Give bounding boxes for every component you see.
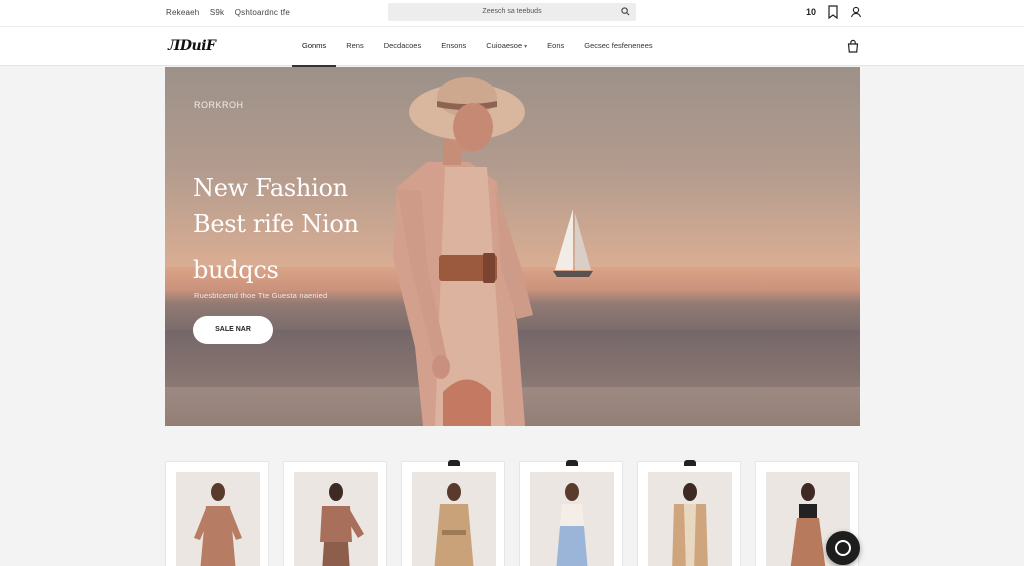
- nav-label: Ensons: [441, 41, 467, 50]
- main-navbar: ЛDuiF Gonms Rens Decdacoes Ensons Cuioae…: [0, 26, 1024, 67]
- nav-item-6[interactable]: Eons: [537, 27, 574, 66]
- nav-label: Rens: [346, 41, 364, 50]
- chevron-down-icon: ▾: [524, 44, 528, 50]
- shopping-bag-icon[interactable]: [846, 39, 860, 53]
- nav-label: Cuioaesoe: [486, 41, 523, 50]
- product-hanger: [684, 460, 696, 466]
- hero-headline: New Fashion Best rife Nion budqcs: [193, 170, 359, 288]
- search-input[interactable]: Zeesch sa teebuds: [388, 3, 636, 21]
- shop-now-button[interactable]: SALE NAR: [193, 316, 273, 344]
- hero-eyebrow: RORKROH: [194, 100, 244, 110]
- sailboat-graphic: [553, 209, 593, 277]
- promo-text: Rekeaeh S9k Qshtoardnc tfe: [166, 8, 290, 17]
- product-hanger: [566, 460, 578, 466]
- nav-item-7[interactable]: Gecsec fesfenenees: [574, 27, 662, 66]
- product-card[interactable]: [637, 460, 741, 566]
- product-card[interactable]: [519, 460, 623, 566]
- promo-item[interactable]: Qshtoardnc tfe: [235, 8, 290, 17]
- product-image[interactable]: [648, 472, 732, 566]
- nav-item-5[interactable]: Cuioaesoe ▾: [476, 27, 537, 66]
- hero-headline-line: New Fashion: [193, 174, 348, 202]
- hero-subtitle: Ruesbtcemd thoe Tte Guesta naenied: [194, 291, 328, 300]
- promo-item[interactable]: S9k: [210, 8, 224, 17]
- product-card[interactable]: [401, 460, 505, 566]
- nav-label: Gecsec fesfenenees: [584, 41, 653, 50]
- nav-label: Gonms: [302, 41, 327, 50]
- model-figure: [393, 77, 533, 426]
- hero-headline-line: budqcs: [193, 256, 279, 284]
- product-hanger: [448, 460, 460, 466]
- product-card[interactable]: [165, 461, 269, 566]
- nav-label: Decdacoes: [383, 41, 422, 50]
- product-grid: [165, 460, 860, 566]
- user-icon[interactable]: [850, 5, 862, 19]
- product-card[interactable]: [283, 461, 387, 566]
- hero-banner: RORKROH New Fashion Best rife Nion budqc…: [165, 67, 860, 426]
- nav-item-2[interactable]: Rens: [336, 27, 374, 66]
- brand-logo[interactable]: ЛDuiF: [168, 38, 216, 54]
- search-icon[interactable]: [621, 7, 630, 16]
- chat-icon-ring: [835, 540, 851, 556]
- nav-item-1[interactable]: Gonms: [292, 27, 337, 67]
- hero-headline-line: Best rife Nion: [193, 210, 359, 238]
- product-image[interactable]: [294, 472, 378, 566]
- promo-item[interactable]: Rekeaeh: [166, 8, 199, 17]
- cart-count[interactable]: 10: [806, 7, 816, 17]
- product-image[interactable]: [530, 472, 614, 566]
- nav-item-3[interactable]: Decdacoes: [374, 27, 432, 66]
- product-image[interactable]: [176, 472, 260, 566]
- wishlist-icon[interactable]: [827, 5, 839, 19]
- nav-label: Eons: [547, 41, 565, 50]
- top-icons: 10: [806, 5, 862, 19]
- main-nav: Gonms Rens Decdacoes Ensons Cuioaesoe ▾ E…: [292, 27, 663, 67]
- nav-item-4[interactable]: Ensons: [431, 27, 476, 66]
- search-placeholder: Zeesch sa teebuds: [482, 8, 542, 15]
- top-utility-bar: Rekeaeh S9k Qshtoardnc tfe Zeesch sa tee…: [0, 0, 1024, 26]
- chat-icon[interactable]: [826, 531, 860, 565]
- product-image[interactable]: [412, 472, 496, 566]
